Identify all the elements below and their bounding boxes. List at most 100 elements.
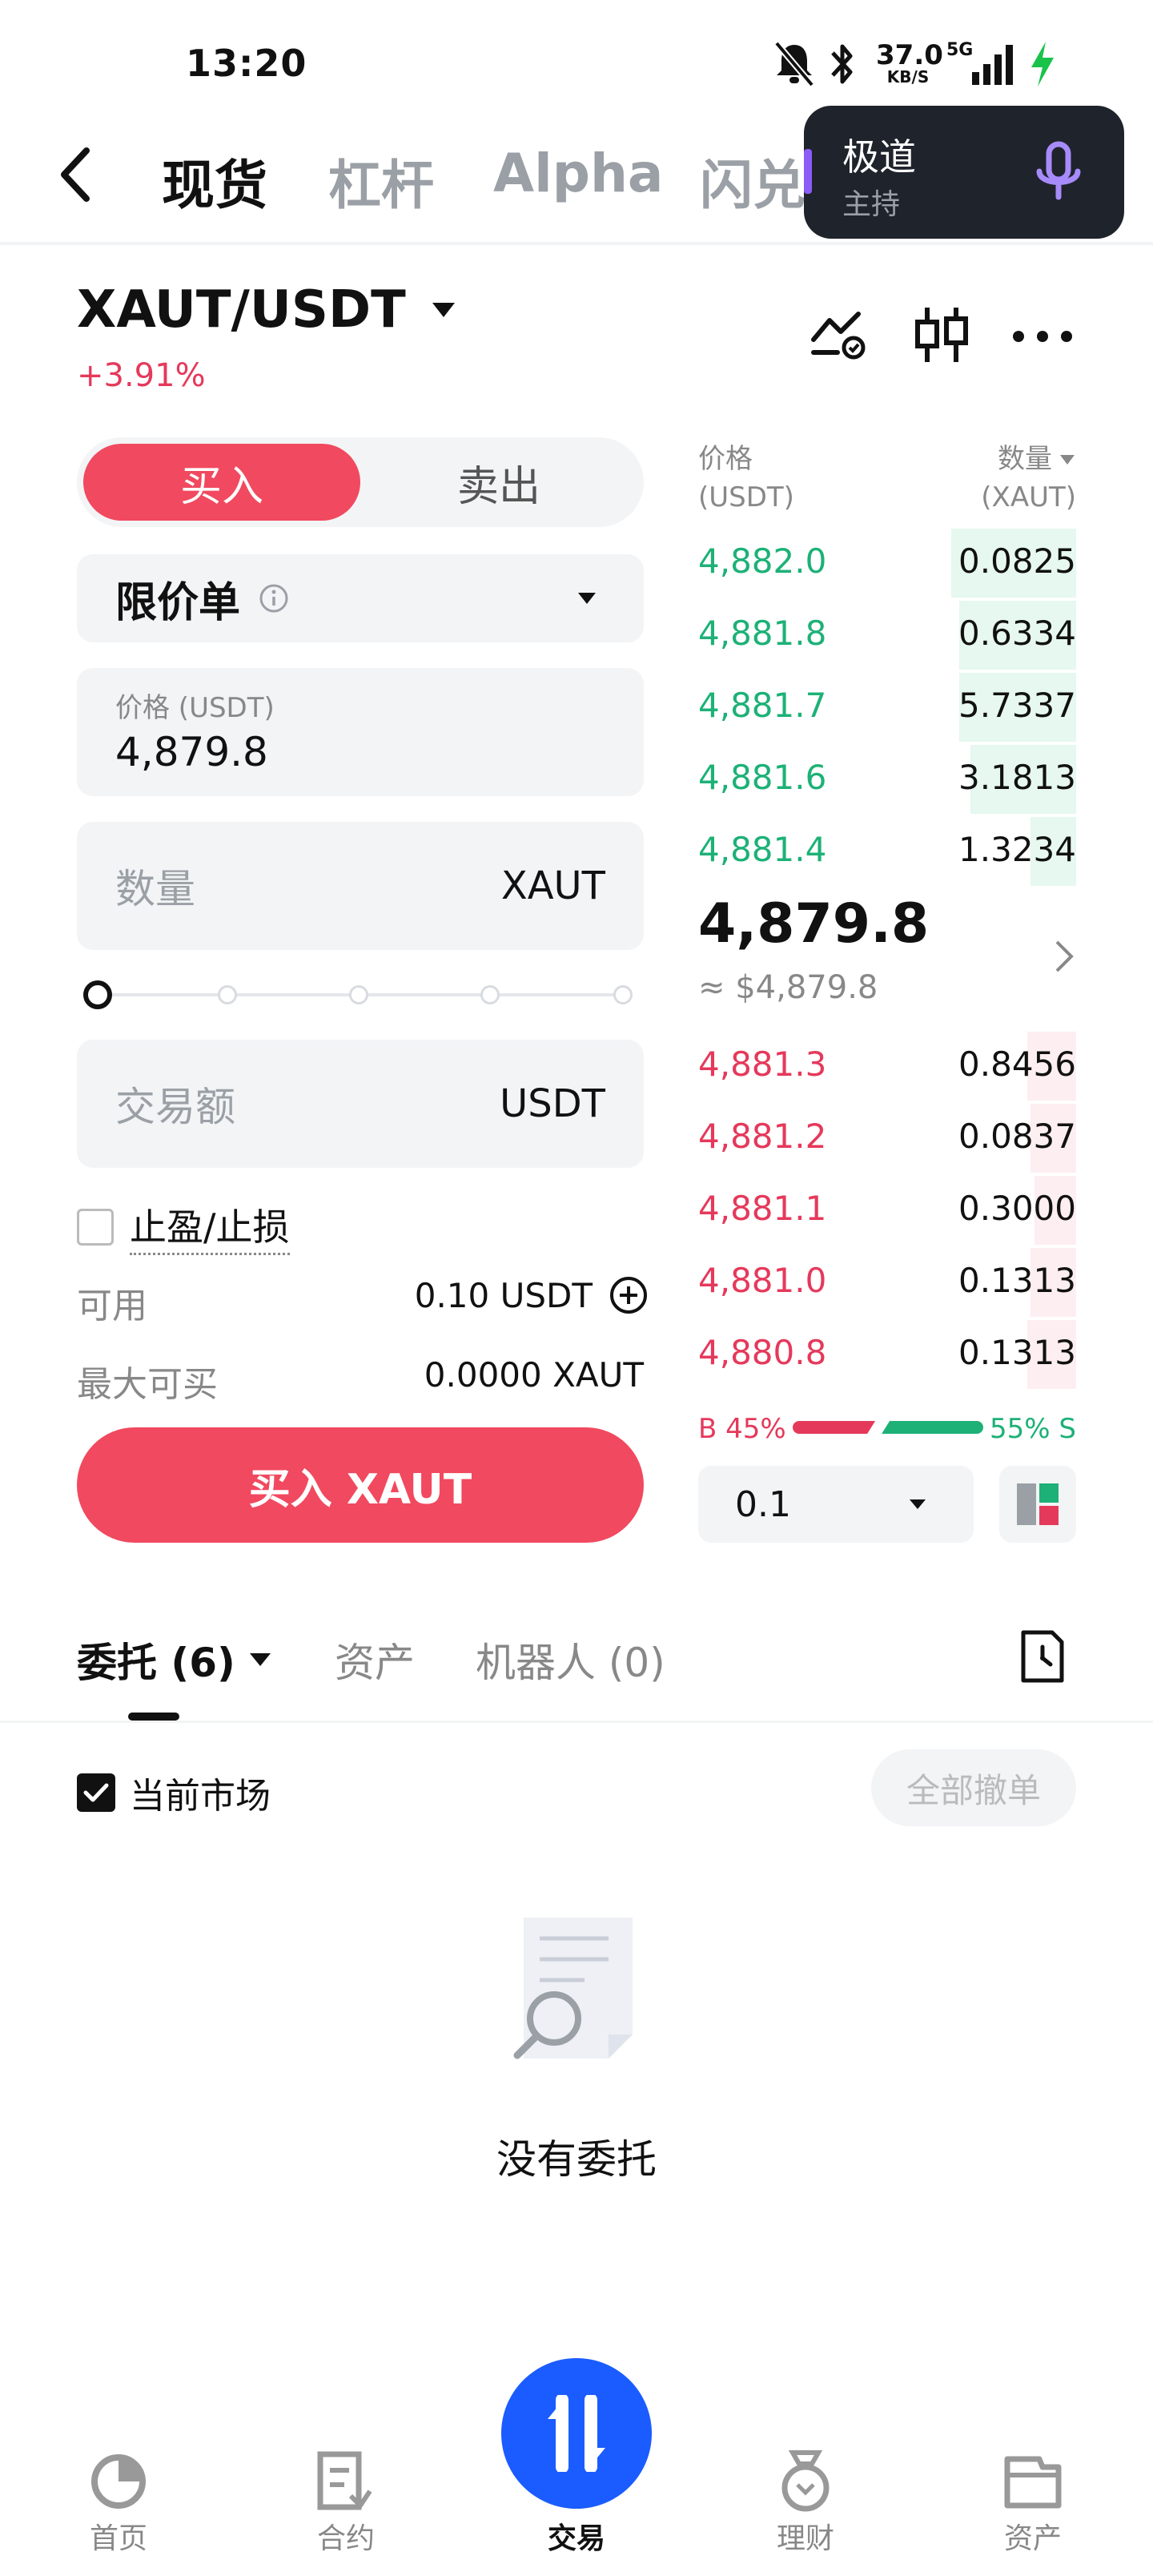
order-price: 4,881.2 <box>698 1117 827 1156</box>
add-funds-icon[interactable] <box>609 1275 649 1315</box>
ob-qty-header[interactable]: 数量 (XAUT) <box>981 441 1076 517</box>
tab-assets[interactable]: 资产 <box>335 1631 415 1688</box>
current-market-filter[interactable]: 当前市场 <box>77 1767 271 1818</box>
active-tab-indicator <box>128 1713 179 1721</box>
microphone-icon[interactable] <box>1031 141 1086 205</box>
bid-row[interactable]: 4,881.2 0.0837 <box>698 1102 1076 1174</box>
order-quantity: 0.8456 <box>958 1044 1076 1084</box>
ask-row[interactable]: 4,882.0 0.0825 <box>698 527 1076 599</box>
order-price: 4,882.0 <box>698 541 827 581</box>
pair-selector[interactable]: XAUT/USDT <box>77 280 457 340</box>
slider-handle[interactable] <box>83 980 112 1009</box>
cancel-all-button[interactable]: 全部撤单 <box>871 1749 1076 1826</box>
bid-row[interactable]: 4,881.3 0.8456 <box>698 1030 1076 1102</box>
order-quantity: 0.1313 <box>958 1261 1076 1300</box>
ob-price-header: 价格 (USDT) <box>698 443 794 513</box>
ask-row[interactable]: 4,881.7 5.7337 <box>698 671 1076 743</box>
tpsl-checkbox[interactable] <box>77 1208 114 1246</box>
last-price-usd: ≈ $4,879.8 <box>698 969 878 1006</box>
ask-row[interactable]: 4,881.6 3.1813 <box>698 743 1076 815</box>
divider <box>0 242 1153 245</box>
current-market-label: 当前市场 <box>130 1776 271 1817</box>
order-type-select[interactable]: 限价单 <box>77 554 644 642</box>
price-input[interactable]: 价格 (USDT) 4,879.8 <box>77 668 644 796</box>
order-history-icon[interactable] <box>1018 1628 1067 1685</box>
more-icon[interactable] <box>1010 328 1075 344</box>
order-quantity: 0.0825 <box>958 541 1076 581</box>
net-speed: 37.0 KB/S <box>876 39 943 87</box>
order-quantity: 0.3000 <box>958 1189 1076 1228</box>
price-change: +3.91% <box>77 357 206 394</box>
amount-unit: USDT <box>500 1081 605 1126</box>
caret-down-icon <box>1060 454 1075 465</box>
nav-earn-label[interactable]: 理财 <box>749 2515 862 2557</box>
status-time: 13:20 <box>186 42 307 85</box>
empty-orders-text: 没有委托 <box>496 2136 657 2183</box>
ask-row[interactable]: 4,881.4 1.3234 <box>698 815 1076 888</box>
info-icon[interactable] <box>258 582 290 614</box>
divider <box>0 1721 1153 1723</box>
ask-row[interactable]: 4,881.8 0.6334 <box>698 599 1076 671</box>
order-quantity: 3.1813 <box>958 758 1076 797</box>
nav-futures-label[interactable]: 合约 <box>290 2515 402 2557</box>
precision-value: 0.1 <box>735 1483 791 1525</box>
slider-step[interactable] <box>480 985 500 1004</box>
home-icon[interactable] <box>88 2451 149 2512</box>
order-quantity: 1.3234 <box>958 830 1076 869</box>
checkbox-checked-icon[interactable] <box>77 1773 115 1812</box>
tpsl-toggle[interactable]: 止盈/止损 <box>77 1198 290 1255</box>
amount-input[interactable]: 交易额 USDT <box>77 1040 644 1168</box>
pair-symbol: XAUT/USDT <box>77 280 406 340</box>
book-layout-button[interactable] <box>999 1466 1076 1543</box>
order-price: 4,881.1 <box>698 1189 827 1228</box>
nav-trade-label[interactable]: 交易 <box>520 2515 633 2557</box>
back-chevron-left-icon[interactable] <box>53 143 101 207</box>
tpsl-label: 止盈/止损 <box>130 1198 290 1255</box>
slider-step[interactable] <box>218 985 237 1004</box>
candlestick-chart-icon[interactable] <box>913 304 972 365</box>
order-quantity: 0.6334 <box>958 614 1076 653</box>
price-input-label: 价格 (USDT) <box>115 692 275 724</box>
tab-orders[interactable]: 委托 (6) <box>77 1631 272 1688</box>
bid-row[interactable]: 4,881.0 0.1313 <box>698 1246 1076 1318</box>
chevron-right-icon[interactable] <box>1052 939 1076 974</box>
bid-row[interactable]: 4,880.8 0.1313 <box>698 1318 1076 1391</box>
sell-tab[interactable]: 卖出 <box>360 444 637 521</box>
order-price: 4,881.6 <box>698 758 827 797</box>
wallet-icon[interactable] <box>1002 2451 1063 2510</box>
buy-tab[interactable]: 买入 <box>83 444 360 521</box>
precision-select[interactable]: 0.1 <box>698 1466 974 1543</box>
max-buy-label: 最大可买 <box>77 1364 218 1405</box>
order-type-label: 限价单 <box>115 578 241 627</box>
nav-home-label[interactable]: 首页 <box>62 2515 175 2557</box>
order-price: 4,881.7 <box>698 686 827 725</box>
tab-bots[interactable]: 机器人 (0) <box>476 1631 665 1688</box>
price-alert-icon[interactable] <box>809 308 870 362</box>
tab-convert[interactable]: 闪兑 <box>700 143 805 219</box>
voice-indicator <box>804 149 812 194</box>
sell-ratio-label: 55% S <box>990 1413 1076 1445</box>
quantity-unit: XAUT <box>500 863 605 908</box>
quantity-input[interactable]: 数量 XAUT <box>77 822 644 950</box>
slider-step[interactable] <box>613 985 633 1004</box>
order-quantity: 5.7337 <box>958 686 1076 725</box>
signal-icon <box>972 45 1013 85</box>
order-price: 4,881.8 <box>698 614 827 653</box>
trade-button[interactable] <box>501 2358 652 2509</box>
tab-margin[interactable]: 杠杆 <box>328 143 434 219</box>
tab-alpha[interactable]: Alpha <box>493 143 663 204</box>
amount-slider[interactable] <box>83 980 636 1009</box>
price-input-value: 4,879.8 <box>115 729 268 775</box>
bluetooth-icon <box>831 44 853 84</box>
slider-step[interactable] <box>349 985 368 1004</box>
submit-buy-button[interactable]: 买入 XAUT <box>77 1427 644 1543</box>
ratio-bar <box>793 1421 983 1434</box>
futures-icon[interactable] <box>315 2451 373 2512</box>
caret-down-icon <box>249 1653 271 1666</box>
nav-assets-label[interactable]: 资产 <box>977 2515 1089 2557</box>
bid-row[interactable]: 4,881.1 0.3000 <box>698 1174 1076 1246</box>
earn-icon[interactable] <box>775 2449 836 2512</box>
tab-spot[interactable]: 现货 <box>162 143 267 219</box>
order-quantity: 0.0837 <box>958 1117 1076 1156</box>
buy-ratio-label: B 45% <box>698 1413 786 1445</box>
